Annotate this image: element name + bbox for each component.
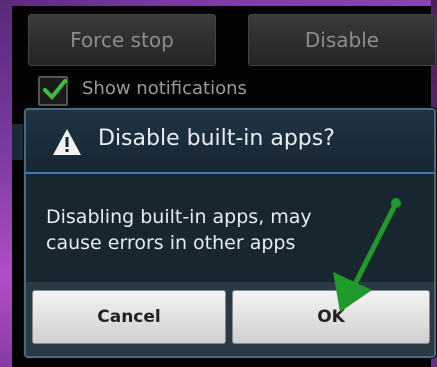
disable-button[interactable]: Disable [248, 14, 436, 66]
dialog-title: Disable built-in apps? [98, 126, 335, 151]
ok-button[interactable]: OK [232, 290, 430, 344]
show-notifications-checkbox[interactable] [38, 76, 68, 106]
dialog-header: Disable built-in apps? [26, 110, 434, 174]
screenshot-stage: Force stop Disable Show notifications Di… [0, 0, 437, 367]
dialog-button-bar: Cancel OK [26, 282, 434, 356]
cancel-button[interactable]: Cancel [32, 290, 226, 344]
force-stop-button[interactable]: Force stop [28, 14, 216, 66]
frame-border-left [0, 0, 12, 367]
disable-apps-dialog: Disable built-in apps? Disabling built-i… [24, 108, 436, 358]
dialog-message: Disabling built-in apps, may cause error… [46, 204, 376, 256]
warning-icon [53, 129, 81, 155]
dialog-message-line-2: cause errors in other apps [46, 232, 296, 254]
show-notifications-label: Show notifications [82, 78, 247, 99]
dialog-message-line-1: Disabling built-in apps, may [46, 206, 312, 228]
checkmark-icon [43, 79, 67, 100]
